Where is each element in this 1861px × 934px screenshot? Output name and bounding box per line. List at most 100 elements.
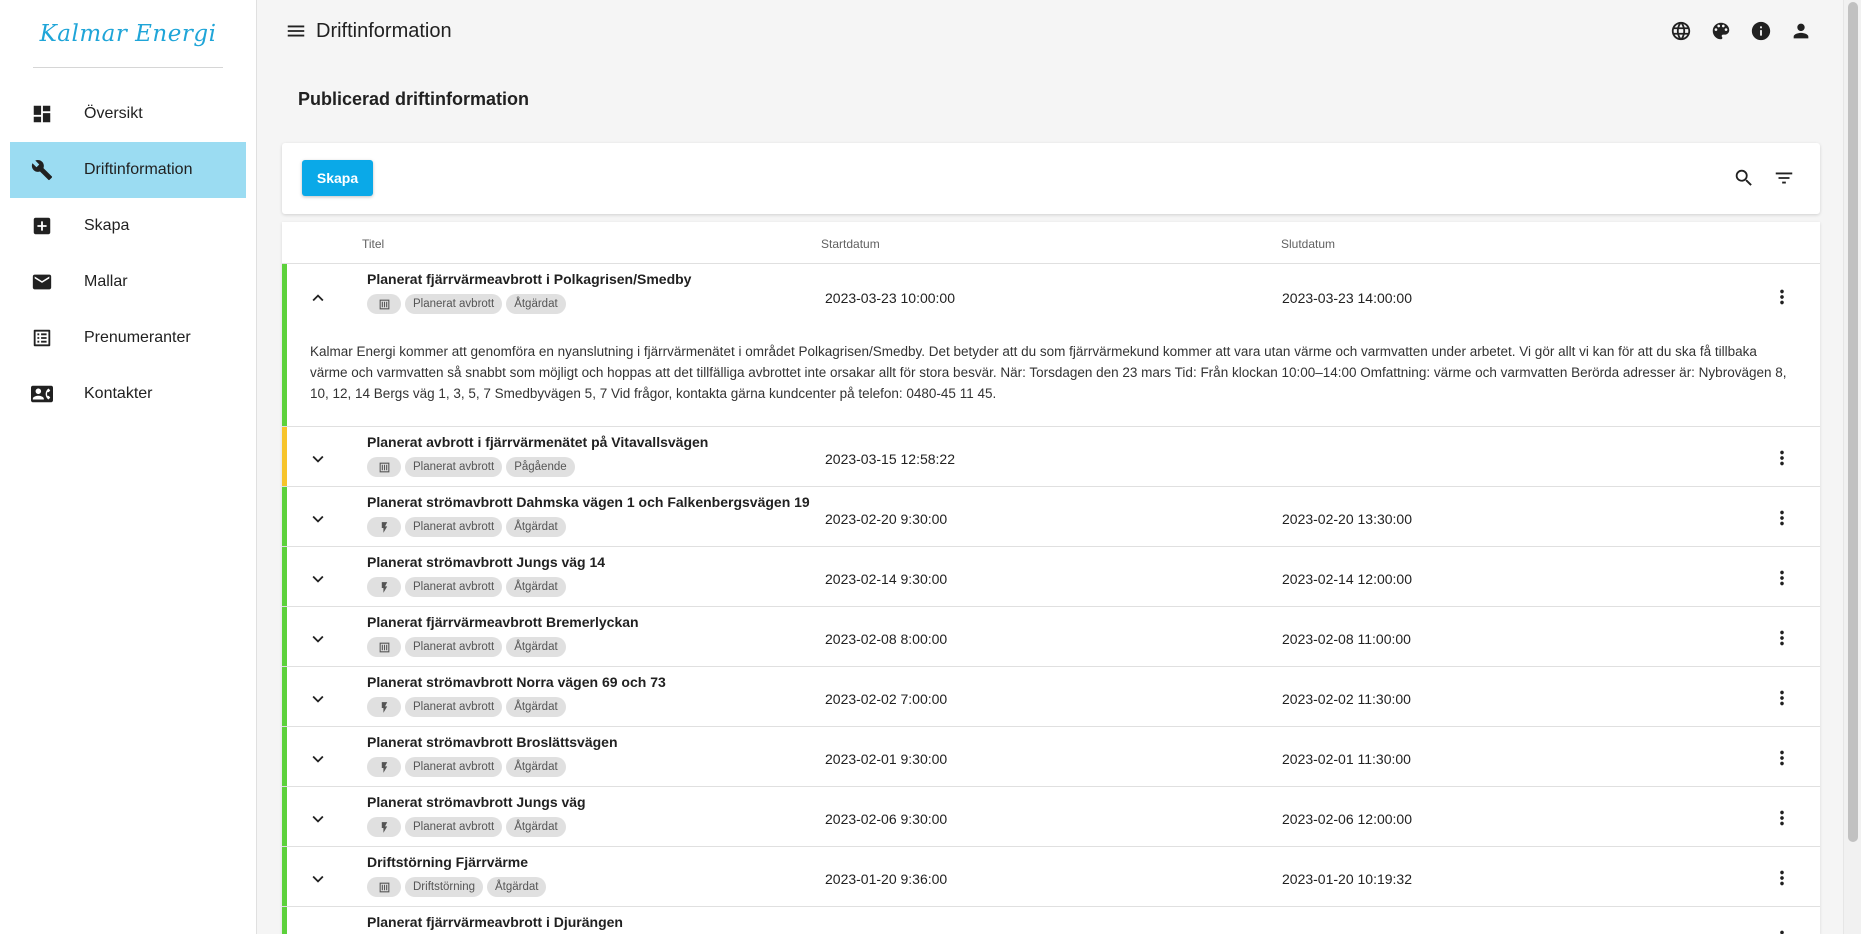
start-date: 2023-02-20 9:30:00 bbox=[825, 510, 948, 527]
mail-icon bbox=[30, 270, 54, 294]
sidebar-item-prenumeranter[interactable]: Prenumeranter bbox=[10, 310, 246, 366]
sidebar-nav: Översikt Driftinformation Skapa Mallar Prenu… bbox=[0, 86, 256, 422]
chevron-down-icon[interactable] bbox=[306, 807, 330, 831]
table-row[interactable]: Planerat strömavbrott Dahmska vägen 1 oc… bbox=[282, 487, 1820, 547]
more-vert-icon[interactable] bbox=[1770, 926, 1794, 934]
chevron-down-icon[interactable] bbox=[306, 567, 330, 591]
row-summary: Planerat strömavbrott Broslättsvägen Plan… bbox=[282, 727, 1820, 786]
palette-icon[interactable] bbox=[1709, 19, 1733, 43]
row-summary: Planerat fjärrvärmeavbrott i DjurängenPl… bbox=[282, 907, 1820, 934]
more-vert-icon[interactable] bbox=[1770, 686, 1794, 710]
filter-icon[interactable] bbox=[1772, 166, 1796, 190]
row-title: Planerat strömavbrott Norra vägen 69 och… bbox=[367, 674, 666, 690]
top-actions bbox=[1669, 19, 1813, 43]
contact-card-icon bbox=[30, 382, 54, 406]
person-icon[interactable] bbox=[1789, 19, 1813, 43]
scrollbar-thumb[interactable] bbox=[1848, 2, 1858, 842]
sidebar-item-driftinformation[interactable]: Driftinformation bbox=[10, 142, 246, 198]
lightning-icon bbox=[367, 817, 401, 837]
sidebar-item-skapa[interactable]: Skapa bbox=[10, 198, 246, 254]
table-header: Titel Startdatum Slutdatum bbox=[282, 222, 1820, 264]
top-bar: Driftinformation bbox=[258, 0, 1843, 62]
status-chip: Åtgärdat bbox=[506, 577, 566, 597]
chevron-down-icon[interactable] bbox=[306, 447, 330, 471]
lightning-icon bbox=[367, 577, 401, 597]
column-header-end[interactable]: Slutdatum bbox=[1281, 237, 1335, 251]
end-date: 2023-02-08 11:00:00 bbox=[1282, 630, 1411, 647]
create-button[interactable]: Skapa bbox=[302, 160, 373, 196]
row-title: Planerat avbrott i fjärrvärmenätet på Vi… bbox=[367, 434, 709, 450]
page-scrollbar[interactable] bbox=[1843, 0, 1861, 934]
more-vert-icon[interactable] bbox=[1770, 806, 1794, 830]
more-vert-icon[interactable] bbox=[1770, 285, 1794, 309]
status-chip: Pågående bbox=[506, 457, 575, 477]
category-chip: Driftstörning bbox=[405, 877, 483, 897]
sidebar-item-label: Kontakter bbox=[84, 385, 153, 402]
row-tags: Planerat avbrott Åtgärdat bbox=[367, 817, 566, 837]
table-row[interactable]: Planerat fjärrvärmeavbrott Bremerlyckan P… bbox=[282, 607, 1820, 667]
row-tags: Planerat avbrott Åtgärdat bbox=[367, 757, 566, 777]
more-vert-icon[interactable] bbox=[1770, 626, 1794, 650]
table-row[interactable]: Planerat strömavbrott Jungs väg 14 Planer… bbox=[282, 547, 1820, 607]
row-title: Planerat strömavbrott Broslättsvägen bbox=[367, 734, 618, 750]
chevron-down-icon[interactable] bbox=[306, 507, 330, 531]
row-summary: Planerat fjärrvärmeavbrott i Polkagrisen… bbox=[282, 264, 1820, 327]
sidebar-item-mallar[interactable]: Mallar bbox=[10, 254, 246, 310]
row-summary: Planerat strömavbrott Dahmska vägen 1 oc… bbox=[282, 487, 1820, 546]
more-vert-icon[interactable] bbox=[1770, 866, 1794, 890]
chevron-down-icon[interactable] bbox=[306, 927, 330, 934]
table-row[interactable]: Planerat avbrott i fjärrvärmenätet på Vi… bbox=[282, 427, 1820, 487]
sidebar-item-label: Översikt bbox=[84, 105, 143, 122]
start-date: 2023-02-14 9:30:00 bbox=[825, 570, 948, 587]
more-vert-icon[interactable] bbox=[1770, 446, 1794, 470]
more-vert-icon[interactable] bbox=[1770, 506, 1794, 530]
table-row[interactable]: Planerat fjärrvärmeavbrott i Polkagrisen… bbox=[282, 264, 1820, 427]
row-tags: Planerat avbrott Pågående bbox=[367, 457, 575, 477]
row-summary: Planerat strömavbrott Jungs väg 14 Planer… bbox=[282, 547, 1820, 606]
start-date: 2023-02-02 7:00:00 bbox=[825, 690, 948, 707]
row-tags: Planerat avbrott Åtgärdat bbox=[367, 294, 566, 314]
start-date: 2023-02-08 8:00:00 bbox=[825, 630, 948, 647]
column-header-title[interactable]: Titel bbox=[362, 237, 384, 251]
more-vert-icon[interactable] bbox=[1770, 746, 1794, 770]
row-tags: Planerat avbrott Åtgärdat bbox=[367, 577, 566, 597]
chevron-down-icon[interactable] bbox=[306, 867, 330, 891]
start-date: 2023-03-15 12:58:22 bbox=[825, 450, 955, 467]
row-summary: Planerat fjärrvärmeavbrott Bremerlyckan P… bbox=[282, 607, 1820, 666]
row-title: Planerat strömavbrott Dahmska vägen 1 oc… bbox=[367, 494, 810, 510]
status-chip: Åtgärdat bbox=[506, 757, 566, 777]
chevron-down-icon[interactable] bbox=[306, 627, 330, 651]
sidebar-item-kontakter[interactable]: Kontakter bbox=[10, 366, 246, 422]
sidebar-item-label: Prenumeranter bbox=[84, 329, 191, 346]
sidebar-item-label: Mallar bbox=[84, 273, 128, 290]
column-header-start[interactable]: Startdatum bbox=[821, 237, 880, 251]
table-row[interactable]: Planerat strömavbrott Broslättsvägen Plan… bbox=[282, 727, 1820, 787]
info-icon[interactable] bbox=[1749, 19, 1773, 43]
end-date: 2023-02-06 12:00:00 bbox=[1282, 810, 1412, 827]
globe-icon[interactable] bbox=[1669, 19, 1693, 43]
more-vert-icon[interactable] bbox=[1770, 566, 1794, 590]
end-date: 2023-01-20 10:19:32 bbox=[1282, 870, 1412, 887]
table-row[interactable]: Driftstörning Fjärrvärme Driftstörning Åtg… bbox=[282, 847, 1820, 907]
search-icon[interactable] bbox=[1732, 166, 1756, 190]
table-row[interactable]: Planerat fjärrvärmeavbrott i DjurängenPl… bbox=[282, 907, 1820, 934]
row-title: Planerat fjärrvärmeavbrott i Polkagrisen… bbox=[367, 271, 692, 287]
table-row[interactable]: Planerat strömavbrott Norra vägen 69 och… bbox=[282, 667, 1820, 727]
logo[interactable]: Kalmar Energi bbox=[33, 0, 223, 68]
status-chip: Åtgärdat bbox=[506, 517, 566, 537]
table-row[interactable]: Planerat strömavbrott Jungs väg Planerat … bbox=[282, 787, 1820, 847]
row-tags: Planerat avbrott Åtgärdat bbox=[367, 637, 566, 657]
sidebar-item--versikt[interactable]: Översikt bbox=[10, 86, 246, 142]
menu-icon[interactable] bbox=[284, 19, 308, 43]
row-title: Planerat strömavbrott Jungs väg 14 bbox=[367, 554, 606, 570]
row-tags: Planerat avbrott Åtgärdat bbox=[367, 517, 566, 537]
lightning-icon bbox=[367, 517, 401, 537]
chevron-down-icon[interactable] bbox=[306, 687, 330, 711]
page-title: Driftinformation bbox=[316, 19, 452, 42]
chevron-down-icon[interactable] bbox=[306, 747, 330, 771]
start-date: 2023-02-01 9:30:00 bbox=[825, 750, 948, 767]
chevron-up-icon[interactable] bbox=[306, 286, 330, 310]
logo-text: Kalmar Energi bbox=[39, 20, 217, 47]
row-summary: Planerat strömavbrott Jungs väg Planerat … bbox=[282, 787, 1820, 846]
dashboard-icon bbox=[30, 102, 54, 126]
